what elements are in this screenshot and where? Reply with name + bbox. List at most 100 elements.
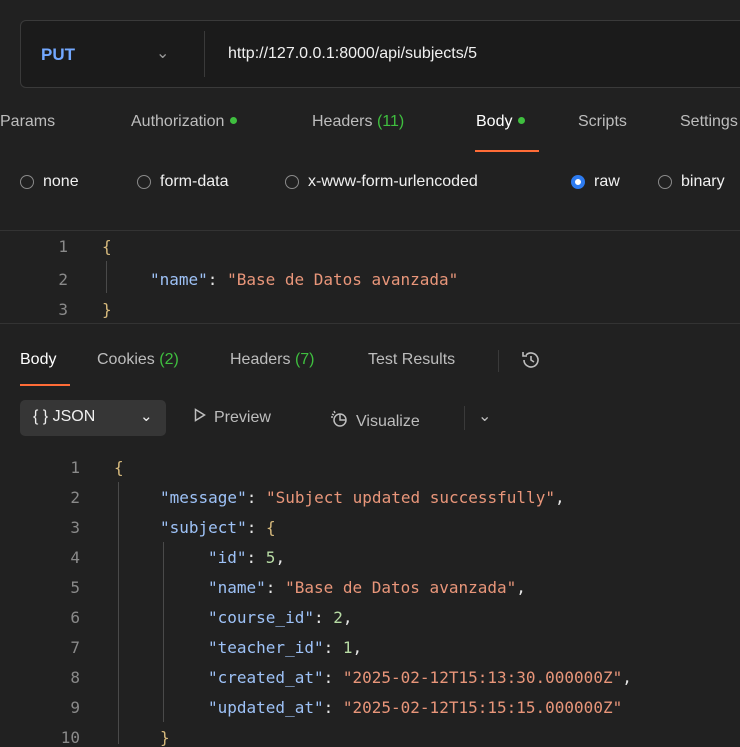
radio-raw[interactable]: raw: [571, 173, 620, 191]
json-brace: {: [102, 237, 112, 256]
radio-binary[interactable]: binary: [658, 173, 725, 191]
tab-authorization[interactable]: Authorization: [131, 113, 238, 131]
code-line: "created_at": "2025-02-12T15:13:30.00000…: [208, 668, 632, 687]
request-tabs: Params Authorization Headers (11) Body S…: [0, 113, 740, 153]
preview-label: Preview: [214, 409, 271, 426]
json-string: "Subject updated successfully": [265, 488, 555, 507]
body-type-radios: none form-data x-www-form-urlencoded raw…: [0, 173, 740, 203]
status-dot-icon: [230, 117, 238, 125]
line-number: 3: [58, 300, 68, 319]
json-string: "2025-02-12T15:15:15.000000Z": [342, 698, 623, 717]
divider: [0, 323, 740, 324]
radio-label: raw: [594, 173, 620, 190]
tab-params[interactable]: Params: [0, 113, 55, 131]
status-dot-icon: [518, 117, 526, 125]
divider: [498, 350, 499, 372]
json-number: 1: [342, 638, 353, 657]
code-line: "subject": {: [160, 518, 276, 537]
url-input[interactable]: http://127.0.0.1:8000/api/subjects/5: [228, 45, 477, 63]
play-icon: [194, 408, 206, 427]
code-line: "id": 5,: [208, 548, 286, 567]
format-select[interactable]: { } JSON ⌄: [20, 400, 166, 436]
radio-icon: [658, 175, 672, 189]
chevron-down-icon[interactable]: ⌄: [156, 43, 169, 63]
visualize-button[interactable]: Visualize: [330, 408, 420, 431]
line-number: 2: [58, 270, 68, 289]
tab-label: Headers: [312, 113, 373, 130]
line-number: 7: [70, 638, 80, 657]
code-line: "name": "Base de Datos avanzada",: [208, 578, 526, 597]
tab-label: Authorization: [131, 113, 225, 130]
tab-response-body[interactable]: Body: [20, 351, 56, 369]
tab-cookies[interactable]: Cookies (2): [97, 351, 179, 369]
json-string: "2025-02-12T15:13:30.000000Z": [342, 668, 623, 687]
line-number: 8: [70, 668, 80, 687]
json-key: "name": [208, 578, 266, 597]
tab-label: Headers: [230, 351, 291, 368]
radio-label: binary: [681, 173, 725, 190]
chevron-down-icon: ⌄: [140, 408, 153, 425]
json-key: "message": [160, 488, 247, 507]
radio-label: none: [43, 173, 79, 190]
line-number: 5: [70, 578, 80, 597]
line-number: 2: [70, 488, 80, 507]
json-string: "Base de Datos avanzada": [285, 578, 517, 597]
code-line: "message": "Subject updated successfully…: [160, 488, 565, 507]
tab-test-results[interactable]: Test Results: [368, 351, 455, 369]
json-number: 2: [333, 608, 343, 627]
radio-none[interactable]: none: [20, 173, 79, 191]
active-tab-underline: [20, 384, 70, 386]
json-key: "updated_at": [208, 698, 324, 717]
json-colon: :: [207, 270, 228, 289]
indent-guide: [118, 482, 119, 744]
count-badge: (7): [294, 351, 315, 368]
radio-selected-icon: [571, 175, 585, 189]
json-key: "subject": [160, 518, 247, 537]
preview-button[interactable]: Preview: [194, 408, 271, 427]
tab-scripts[interactable]: Scripts: [578, 113, 627, 131]
tab-label: Body: [476, 113, 513, 130]
line-number: 1: [58, 237, 68, 256]
line-number: 9: [70, 698, 80, 717]
radio-icon: [20, 175, 34, 189]
tab-label: Cookies: [97, 351, 155, 368]
line-number: 6: [70, 608, 80, 627]
history-icon[interactable]: [520, 349, 542, 376]
code-line: "course_id": 2,: [208, 608, 353, 627]
json-key: "course_id": [208, 608, 314, 627]
tab-settings[interactable]: Settings: [680, 113, 738, 131]
json-brace: }: [102, 300, 112, 319]
json-number: 5: [265, 548, 276, 567]
code-line: "updated_at": "2025-02-12T15:15:15.00000…: [208, 698, 623, 717]
method-select[interactable]: PUT: [41, 45, 75, 65]
json-brace: {: [114, 458, 124, 477]
divider: [0, 230, 740, 231]
count-badge: (11): [376, 113, 405, 130]
radio-icon: [137, 175, 151, 189]
tab-body[interactable]: Body: [476, 113, 526, 131]
radio-label: x-www-form-urlencoded: [308, 173, 478, 190]
json-key: "teacher_id": [208, 638, 324, 657]
active-tab-underline: [475, 150, 539, 152]
divider: [464, 406, 465, 430]
json-key: "id": [208, 548, 247, 567]
tab-headers[interactable]: Headers (11): [312, 113, 404, 131]
line-number: 4: [70, 548, 80, 567]
response-tabs: Body Cookies (2) Headers (7) Test Result…: [0, 351, 740, 383]
request-body-editor[interactable]: 1 2 3 { "name": "Base de Datos avanzada"…: [0, 233, 740, 323]
line-number: 10: [60, 728, 80, 747]
line-number: 3: [70, 518, 80, 537]
radio-label: form-data: [160, 173, 229, 190]
indent-guide: [163, 542, 164, 722]
chevron-down-icon[interactable]: ⌄: [478, 406, 491, 426]
code-line: "name": "Base de Datos avanzada": [150, 270, 458, 289]
line-number: 1: [70, 458, 80, 477]
divider: [204, 31, 205, 77]
json-brace: }: [160, 728, 170, 747]
json-key: "name": [150, 270, 208, 289]
response-body-viewer[interactable]: 1 2 3 4 5 6 7 8 9 10 { "message": "Subje…: [0, 450, 740, 747]
json-key: "created_at": [208, 668, 324, 687]
radio-form-data[interactable]: form-data: [137, 173, 228, 191]
radio-urlencoded[interactable]: x-www-form-urlencoded: [285, 173, 478, 191]
tab-response-headers[interactable]: Headers (7): [230, 351, 315, 369]
